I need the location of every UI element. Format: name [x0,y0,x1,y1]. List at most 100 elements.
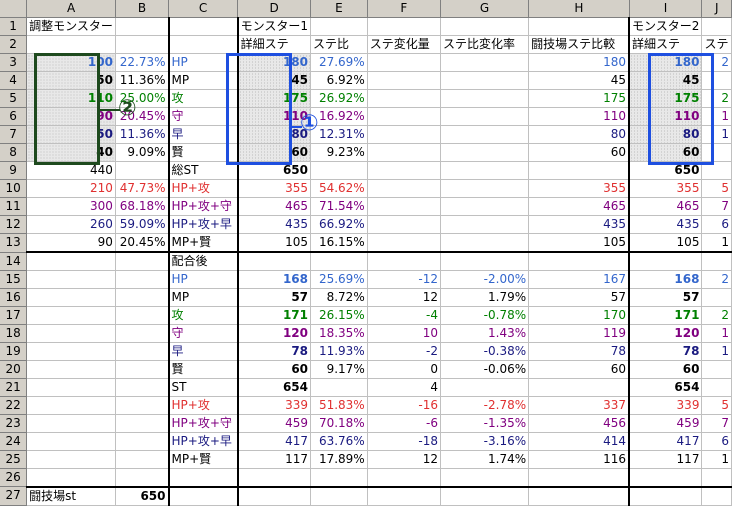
cell-f17[interactable]: -4 [367,306,441,325]
row-header[interactable]: 2 [0,35,28,54]
cell-d23[interactable]: 459 [237,414,312,433]
cell-a1[interactable]: 調整モンスター [26,17,116,36]
cell-j17[interactable]: 2 [701,306,732,325]
cell-h12[interactable]: 435 [528,215,631,234]
cell-a22[interactable] [26,396,116,415]
cell-e22[interactable]: 51.83% [310,396,368,415]
cell-c15[interactable]: HP [168,270,239,289]
cell-e14[interactable] [310,252,368,271]
row-header[interactable]: 21 [0,378,28,397]
cell-d16[interactable]: 57 [237,288,312,307]
cell-g25[interactable]: 1.74% [440,450,530,469]
cell-c14[interactable]: 配合後 [168,252,239,271]
row-header[interactable]: 7 [0,125,28,144]
cell-f26[interactable] [367,468,441,488]
cell-i23[interactable]: 459 [629,414,703,433]
cell-d18[interactable]: 120 [237,324,312,343]
row-header[interactable]: 25 [0,450,28,469]
cell-d24[interactable]: 417 [237,432,312,451]
cell-j27[interactable] [701,486,732,506]
cell-c8[interactable]: 賢 [168,143,239,162]
cell-e12[interactable]: 66.92% [310,215,368,234]
cell-j21[interactable] [701,378,732,397]
cell-c17[interactable]: 攻 [168,306,239,325]
cell-b11[interactable]: 68.18% [115,197,170,216]
cell-j1[interactable] [701,17,732,36]
cell-e17[interactable]: 26.15% [310,306,368,325]
cell-i13[interactable]: 105 [629,233,703,253]
cell-g22[interactable]: -2.78% [440,396,530,415]
cell-d10[interactable]: 355 [237,179,312,198]
cell-d26[interactable] [237,468,312,488]
cell-j16[interactable] [701,288,732,307]
cell-h21[interactable] [528,378,631,397]
cell-j12[interactable]: 6 [701,215,732,234]
cell-f2[interactable]: ステ変化量 [367,35,441,54]
cell-a23[interactable] [26,414,116,433]
cell-g10[interactable] [440,179,530,198]
cell-j14[interactable] [701,252,732,271]
cell-d13[interactable]: 105 [237,233,312,253]
column-header-i[interactable]: I [629,0,703,18]
cell-a8[interactable]: 40 [26,143,116,162]
cell-h27[interactable] [528,486,631,506]
cell-g23[interactable]: -1.35% [440,414,530,433]
cell-i11[interactable]: 465 [629,197,703,216]
column-header-c[interactable]: C [168,0,239,18]
row-header[interactable]: 3 [0,53,28,72]
column-header-j[interactable]: J [701,0,732,18]
cell-i7[interactable]: 80 [629,125,703,144]
cell-b15[interactable] [115,270,170,289]
cell-d15[interactable]: 168 [237,270,312,289]
cell-h23[interactable]: 456 [528,414,631,433]
cell-i26[interactable] [629,468,703,488]
row-header[interactable]: 12 [0,215,28,234]
cell-f11[interactable] [367,197,441,216]
cell-c7[interactable]: 早 [168,125,239,144]
cell-h22[interactable]: 337 [528,396,631,415]
cell-i15[interactable]: 168 [629,270,703,289]
cell-d1[interactable]: モンスター1 [237,17,312,36]
cell-b16[interactable] [115,288,170,307]
cell-j6[interactable]: 1 [701,107,732,126]
cell-d17[interactable]: 171 [237,306,312,325]
cell-d5[interactable]: 175 [237,89,312,108]
cell-f6[interactable] [367,107,441,126]
cell-a25[interactable] [26,450,116,469]
row-header[interactable]: 13 [0,233,28,253]
cell-e23[interactable]: 70.18% [310,414,368,433]
cell-i18[interactable]: 120 [629,324,703,343]
cell-h4[interactable]: 45 [528,71,631,90]
cell-h16[interactable]: 57 [528,288,631,307]
cell-g17[interactable]: -0.78% [440,306,530,325]
cell-h26[interactable] [528,468,631,488]
row-header[interactable]: 15 [0,270,28,289]
row-header[interactable]: 9 [0,161,28,180]
cell-c18[interactable]: 守 [168,324,239,343]
cell-i5[interactable]: 175 [629,89,703,108]
cell-b1[interactable] [115,17,170,36]
cell-i10[interactable]: 355 [629,179,703,198]
row-header[interactable]: 17 [0,306,28,325]
cell-e13[interactable]: 16.15% [310,233,368,253]
cell-b2[interactable] [115,35,170,54]
cell-e4[interactable]: 6.92% [310,71,368,90]
cell-g19[interactable]: -0.38% [440,342,530,361]
cell-h11[interactable]: 465 [528,197,631,216]
row-header[interactable]: 22 [0,396,28,415]
cell-i8[interactable]: 60 [629,143,703,162]
cell-g2[interactable]: ステ比変化率 [440,35,530,54]
cell-f12[interactable] [367,215,441,234]
cell-i27[interactable] [629,486,703,506]
column-header-b[interactable]: B [115,0,170,18]
cell-j5[interactable]: 2 [701,89,732,108]
cell-c12[interactable]: HP+攻+早 [168,215,239,234]
cell-c21[interactable]: ST [168,378,239,397]
cell-c20[interactable]: 賢 [168,360,239,379]
cell-j24[interactable]: 6 [701,432,732,451]
cell-b8[interactable]: 9.09% [115,143,170,162]
cell-e20[interactable]: 9.17% [310,360,368,379]
cell-b21[interactable] [115,378,170,397]
cell-d4[interactable]: 45 [237,71,312,90]
column-header-h[interactable]: H [528,0,630,18]
